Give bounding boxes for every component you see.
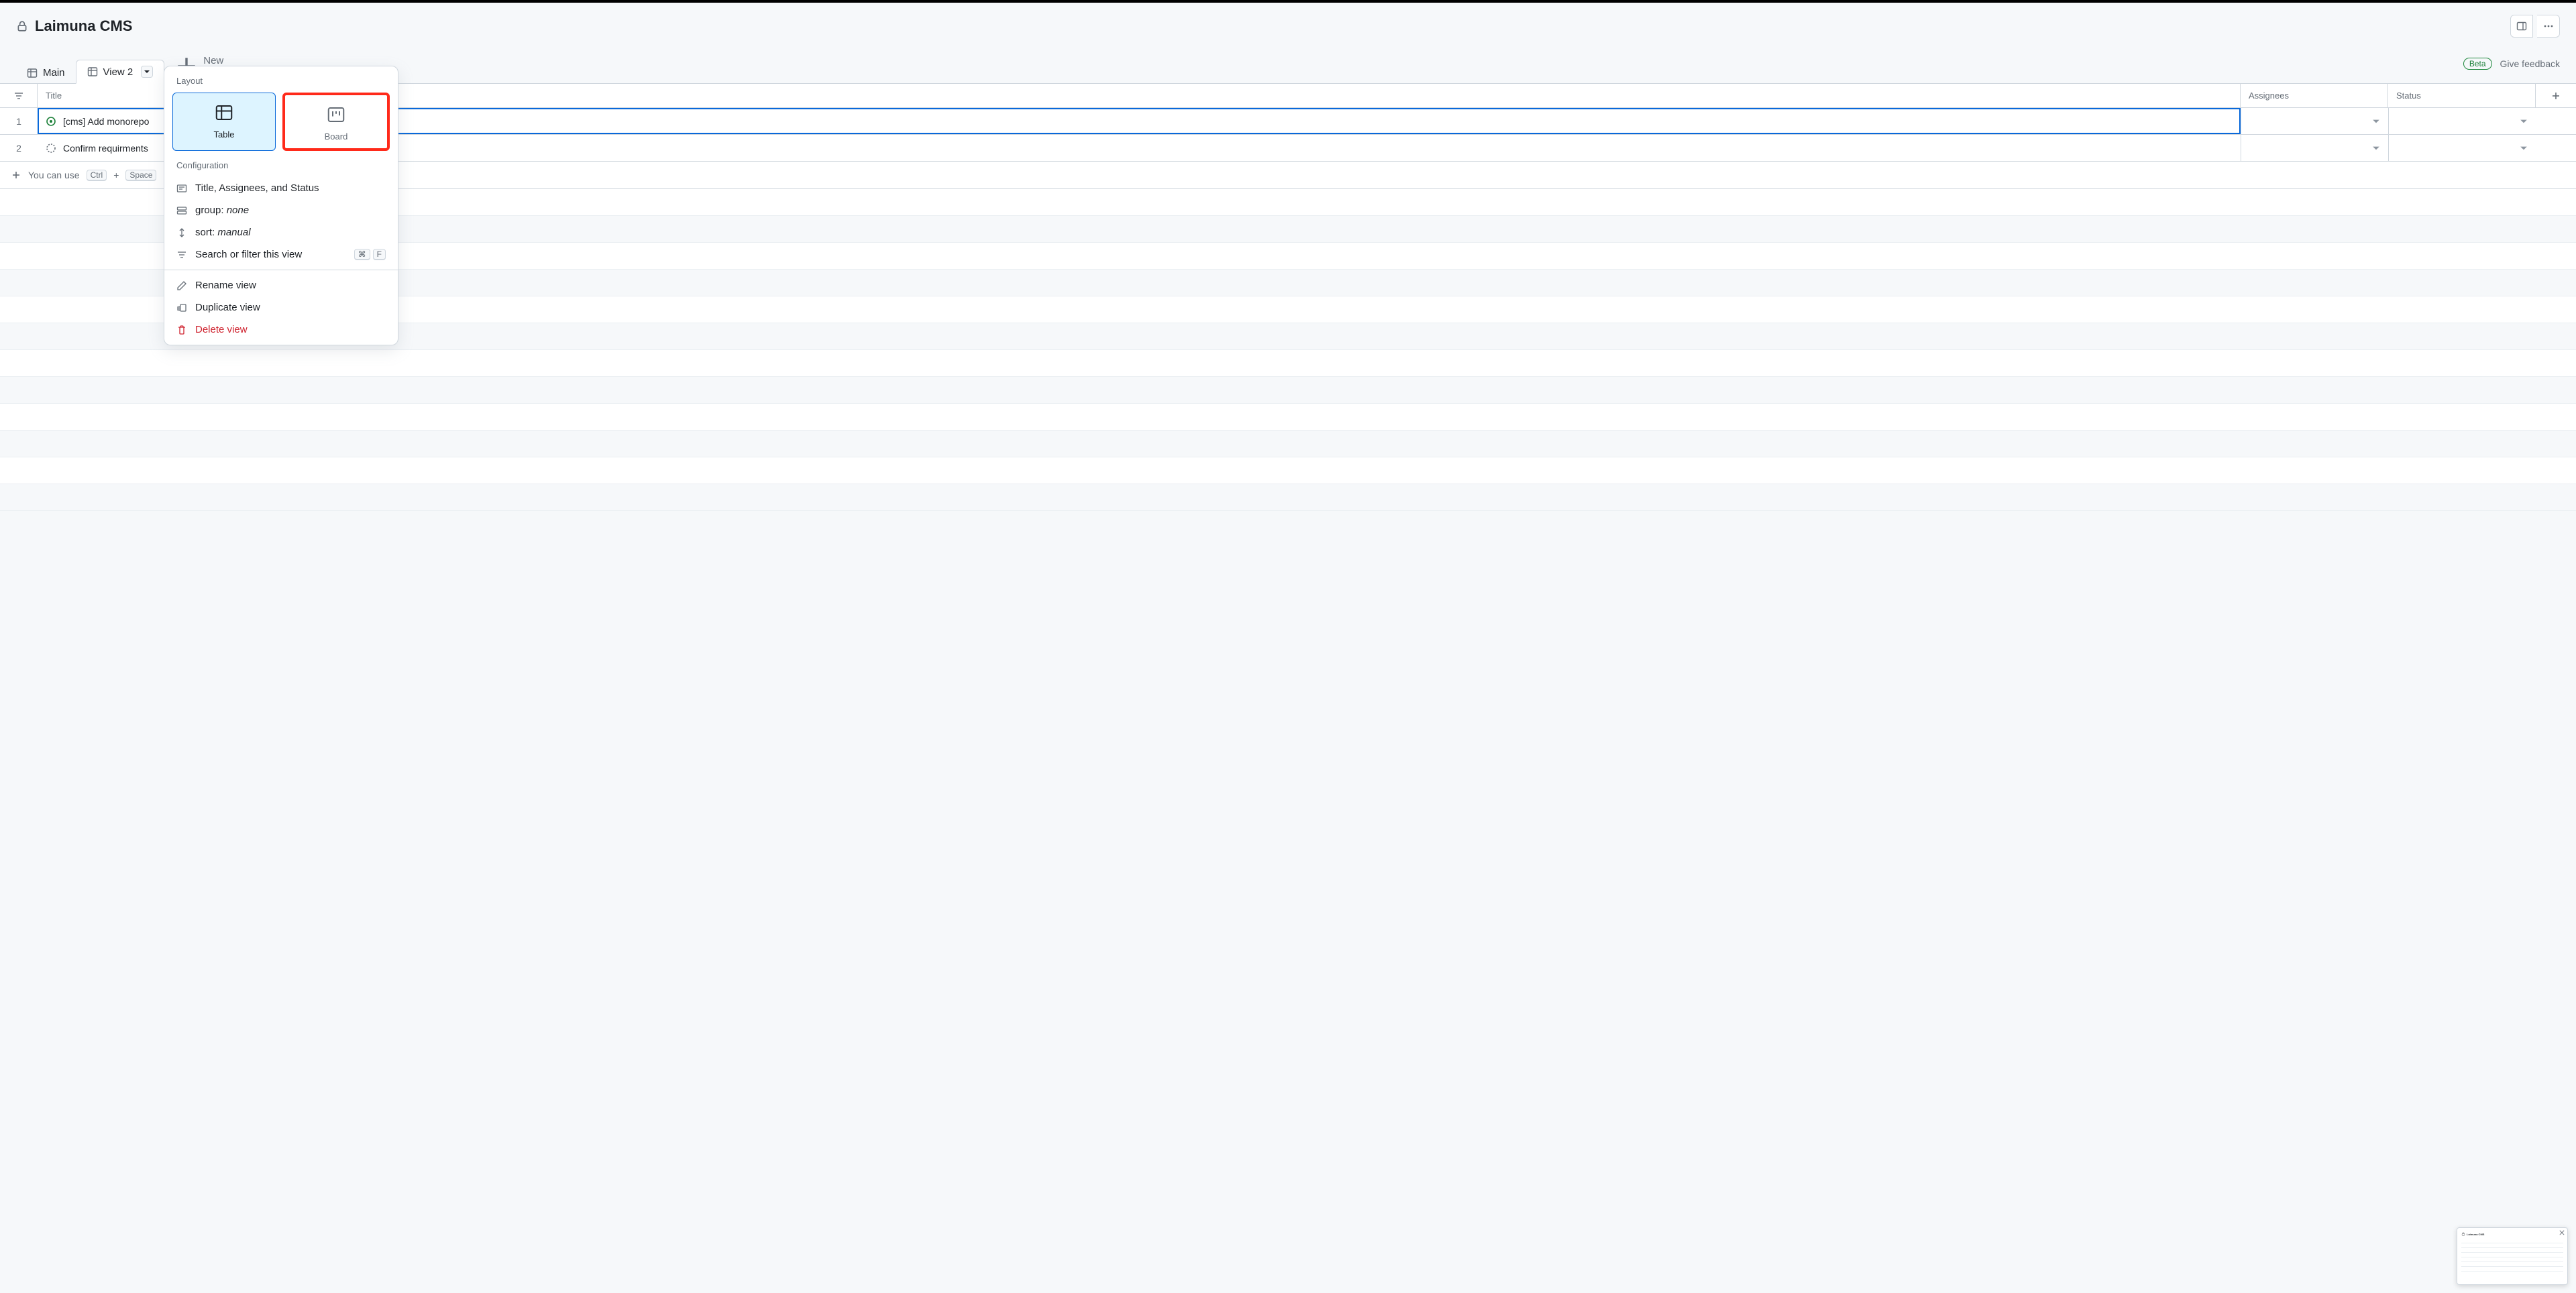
caret-down-icon bbox=[2520, 144, 2528, 152]
layout-section-label: Layout bbox=[164, 76, 398, 93]
pencil-icon bbox=[176, 280, 187, 291]
issue-open-icon bbox=[46, 116, 56, 127]
delete-view-item[interactable]: Delete view bbox=[164, 319, 398, 341]
search-filter-item[interactable]: Search or filter this view ⌘ F bbox=[164, 243, 398, 266]
plus-icon bbox=[11, 170, 21, 180]
sort-icon bbox=[176, 227, 187, 238]
row-title: [cms] Add monorepo bbox=[63, 116, 149, 127]
kebab-icon bbox=[2543, 21, 2554, 32]
view-options-popover: Layout Table Board Configuration Title, … bbox=[164, 66, 398, 345]
caret-down-icon bbox=[2372, 144, 2380, 152]
panel-icon bbox=[2516, 21, 2527, 32]
add-column-button[interactable] bbox=[2536, 84, 2576, 107]
tab-label: Main bbox=[43, 67, 65, 78]
kbd-f: F bbox=[373, 249, 386, 260]
delete-view-text: Delete view bbox=[195, 324, 248, 335]
status-cell[interactable] bbox=[2388, 135, 2536, 161]
board-icon bbox=[326, 105, 346, 125]
configuration-section-label: Configuration bbox=[164, 160, 398, 177]
tab-view-2[interactable]: View 2 bbox=[76, 60, 165, 84]
duplicate-view-text: Duplicate view bbox=[195, 302, 260, 313]
assignees-cell[interactable] bbox=[2241, 108, 2388, 134]
config-group-item[interactable]: group: none bbox=[164, 199, 398, 221]
column-header-status[interactable]: Status bbox=[2388, 84, 2536, 107]
search-filter-text: Search or filter this view bbox=[195, 249, 302, 260]
thumb-title: Laimuna CMS bbox=[2467, 1233, 2484, 1236]
status-cell[interactable] bbox=[2388, 108, 2536, 134]
rename-view-item[interactable]: Rename view bbox=[164, 274, 398, 296]
lock-icon bbox=[16, 20, 28, 32]
filter-icon bbox=[176, 249, 187, 260]
minimap-thumbnail[interactable]: Laimuna CMS bbox=[2457, 1227, 2568, 1285]
filter-icon[interactable] bbox=[13, 91, 24, 101]
row-number: 1 bbox=[0, 116, 38, 127]
config-fields-text: Title, Assignees, and Status bbox=[195, 182, 319, 194]
config-fields-item[interactable]: Title, Assignees, and Status bbox=[164, 177, 398, 199]
tab-dropdown-trigger[interactable] bbox=[141, 66, 153, 78]
project-title: Laimuna CMS bbox=[35, 17, 132, 35]
layout-table-label: Table bbox=[213, 129, 234, 139]
caret-down-icon bbox=[144, 68, 150, 75]
versions-icon bbox=[176, 302, 187, 313]
panel-toggle-button[interactable] bbox=[2510, 15, 2533, 38]
assignees-cell[interactable] bbox=[2241, 135, 2388, 161]
layout-board-label: Board bbox=[325, 131, 348, 142]
kbd-plus: + bbox=[113, 170, 119, 180]
plus-icon bbox=[2551, 91, 2561, 101]
close-icon[interactable] bbox=[2559, 1230, 2565, 1235]
duplicate-view-item[interactable]: Duplicate view bbox=[164, 296, 398, 319]
footer-hint-prefix: You can use bbox=[28, 170, 80, 180]
row-title: Confirm requirments bbox=[63, 143, 148, 154]
lock-icon bbox=[2461, 1232, 2465, 1236]
column-header-assignees[interactable]: Assignees bbox=[2241, 84, 2388, 107]
issue-draft-icon bbox=[46, 143, 56, 154]
layout-option-board[interactable]: Board bbox=[282, 93, 390, 151]
caret-down-icon bbox=[2372, 117, 2380, 125]
layout-option-table[interactable]: Table bbox=[172, 93, 276, 151]
kebab-menu-button[interactable] bbox=[2537, 15, 2560, 38]
caret-down-icon bbox=[2520, 117, 2528, 125]
trash-icon bbox=[176, 325, 187, 335]
rows-icon bbox=[176, 205, 187, 216]
table-icon bbox=[214, 103, 234, 123]
row-number: 2 bbox=[0, 143, 38, 154]
table-icon bbox=[87, 66, 98, 77]
kbd-cmd: ⌘ bbox=[354, 249, 370, 260]
table-icon bbox=[27, 68, 38, 78]
config-sort-text: sort: manual bbox=[195, 227, 251, 238]
config-sort-item[interactable]: sort: manual bbox=[164, 221, 398, 243]
rename-view-text: Rename view bbox=[195, 280, 256, 291]
config-group-text: group: none bbox=[195, 205, 249, 216]
note-icon bbox=[176, 183, 187, 194]
tab-main[interactable]: Main bbox=[16, 62, 76, 84]
kbd-space: Space bbox=[125, 170, 156, 181]
kbd-ctrl: Ctrl bbox=[87, 170, 107, 181]
give-feedback-link[interactable]: Give feedback bbox=[2500, 58, 2561, 69]
beta-badge: Beta bbox=[2463, 58, 2492, 70]
tab-label: View 2 bbox=[103, 66, 133, 78]
